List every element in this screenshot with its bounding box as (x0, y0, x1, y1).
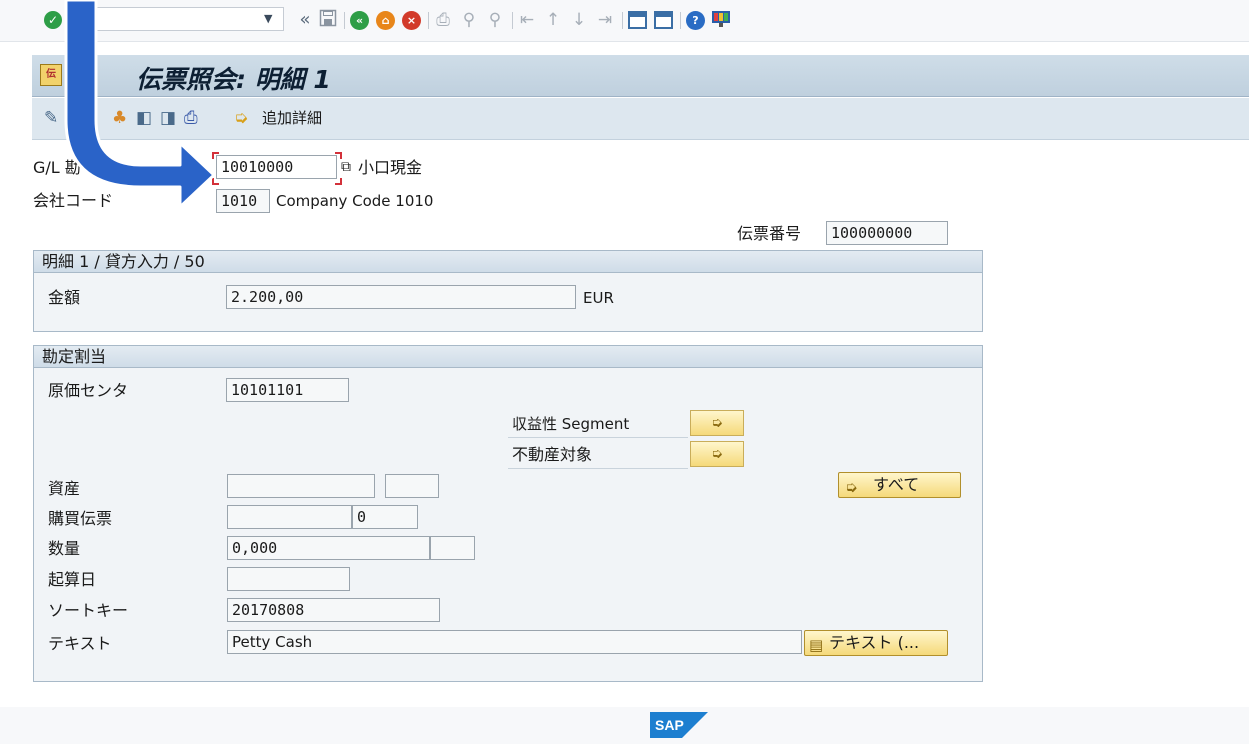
row-divider (508, 437, 688, 438)
amount-field[interactable]: 2.200,00 (226, 285, 576, 309)
profitability-segment-button[interactable]: ➭ (690, 410, 744, 436)
help-icon[interactable]: ? (686, 11, 705, 30)
toolbar-separator (622, 12, 623, 29)
arrow-right-icon: ➭ (711, 446, 723, 462)
item-group-header: 明細 1 / 貸方入力 / 50 (34, 251, 982, 273)
toolbar-separator (428, 12, 429, 29)
focus-corner (335, 178, 342, 185)
toolbar-separator (512, 12, 513, 29)
arrow-right-icon: ➭ (711, 415, 723, 431)
text-label: テキスト (48, 634, 112, 653)
collapse-icon[interactable]: « (296, 9, 314, 31)
sort-key-label: ソートキー (48, 601, 129, 620)
toolbar-separator (680, 12, 681, 29)
quantity-field[interactable]: 0,000 (227, 536, 430, 560)
real-estate-object-button[interactable]: ➭ (690, 441, 744, 467)
profitability-segment-label: 収益性 Segment (512, 415, 630, 433)
shortcut-icon[interactable] (654, 11, 673, 29)
asset-field[interactable] (227, 474, 375, 498)
find-next-icon[interactable]: ⚲ (484, 9, 506, 31)
arrow-right-icon: ➭ (845, 478, 858, 496)
row-divider (508, 468, 688, 469)
all-button[interactable]: ➭ すべて (838, 472, 961, 498)
exit-icon[interactable]: ⌂ (376, 11, 395, 30)
find-icon[interactable]: ⚲ (458, 9, 480, 31)
sort-key-field[interactable]: 20170808 (227, 598, 440, 622)
toolbar-separator (344, 12, 345, 29)
copy-icon[interactable]: ⧉ (341, 156, 351, 178)
back-icon[interactable]: « (350, 11, 369, 30)
long-text-icon: ▤ (809, 636, 824, 654)
purchasing-document-field[interactable] (227, 505, 352, 529)
real-estate-object-label: 不動産対象 (512, 445, 593, 464)
first-page-icon[interactable]: ⇤ (516, 9, 538, 31)
create-session-icon[interactable] (628, 11, 647, 29)
next-page-icon[interactable]: ↓ (568, 9, 590, 31)
sap-logo: SAP (650, 712, 708, 738)
svg-text:SAP: SAP (655, 717, 684, 733)
company-code-name: Company Code 1010 (276, 192, 434, 210)
cancel-icon[interactable]: × (402, 11, 421, 30)
currency-label: EUR (583, 289, 614, 307)
cost-center-label: 原価センタ (48, 381, 129, 400)
save-icon[interactable] (318, 9, 338, 31)
asset-label: 資産 (48, 479, 81, 498)
cost-center-field[interactable]: 10101101 (226, 378, 349, 402)
gl-account-description: 小口現金 (358, 158, 423, 177)
annotation-arrow (64, 0, 216, 209)
text-field[interactable]: Petty Cash (227, 630, 802, 654)
document-number-field[interactable]: 100000000 (826, 221, 948, 245)
last-page-icon[interactable]: ⇥ (594, 9, 616, 31)
amount-label: 金額 (48, 288, 81, 307)
print-icon[interactable]: ⎙ (432, 9, 454, 31)
quantity-label: 数量 (48, 539, 81, 558)
previous-page-icon[interactable]: ↑ (542, 9, 564, 31)
account-assignment-header: 勘定割当 (34, 346, 982, 368)
purchasing-item-field[interactable]: 0 (352, 505, 418, 529)
value-date-field[interactable] (227, 567, 350, 591)
long-text-button[interactable]: ▤ テキスト (... (804, 630, 948, 656)
document-number-label: 伝票番号 (737, 224, 802, 243)
status-bar (0, 707, 1249, 744)
purchasing-document-label: 購買伝票 (48, 509, 113, 528)
asset-subnumber-field[interactable] (385, 474, 439, 498)
value-date-label: 起算日 (48, 570, 97, 589)
quantity-unit-field[interactable] (430, 536, 475, 560)
customize-layout-icon[interactable] (710, 9, 732, 31)
